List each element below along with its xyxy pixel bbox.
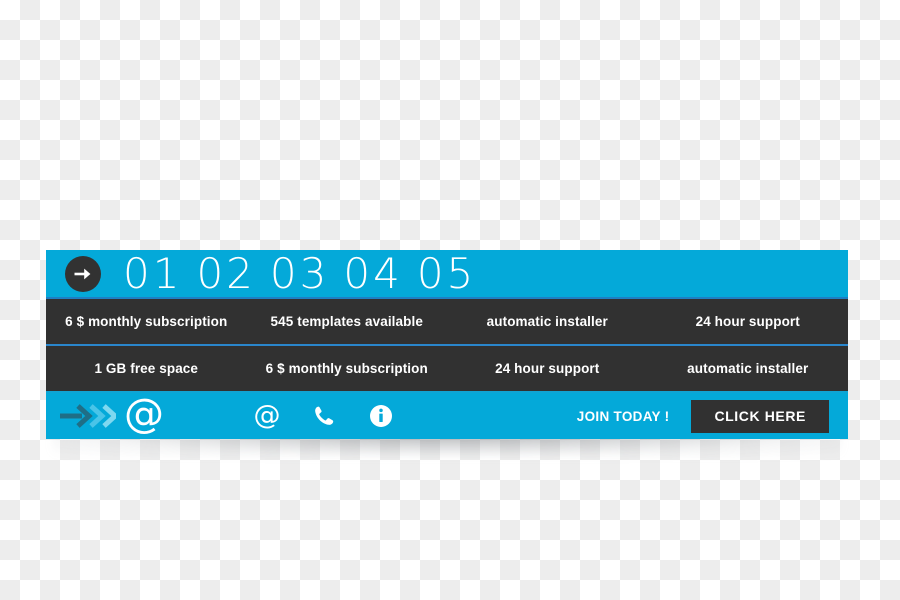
at-icon[interactable]: @ <box>254 402 281 429</box>
step-number: 01 <box>123 248 183 298</box>
feature-item: 24 hour support <box>695 314 800 329</box>
step-number: 05 <box>416 248 477 298</box>
banner-header: 01 02 03 04 05 <box>46 250 848 299</box>
join-today-label: JOIN TODAY ! <box>576 408 670 424</box>
contact-icon-group: @ <box>254 402 394 429</box>
step-number: 02 <box>196 248 256 298</box>
feature-item: 6 $ monthly subscription <box>265 361 428 376</box>
feature-item: automatic installer <box>486 314 608 329</box>
phone-icon[interactable] <box>311 403 337 429</box>
feature-item: 545 templates available <box>270 314 423 329</box>
info-icon[interactable] <box>368 403 394 429</box>
click-here-button[interactable]: CLICK HERE <box>691 399 829 433</box>
feature-item: automatic installer <box>687 361 809 376</box>
feature-item: 1 GB free space <box>94 361 199 376</box>
arrow-right-circle-icon[interactable] <box>65 255 101 292</box>
banner-footer: @ @ JOIN TODAY ! CLICK HERE <box>46 393 848 439</box>
feature-row: 6 $ monthly subscription 545 templates a… <box>46 299 848 346</box>
feature-item: 24 hour support <box>495 361 600 376</box>
at-icon-large[interactable]: @ <box>124 394 164 434</box>
step-number: 04 <box>343 248 403 298</box>
step-number: 03 <box>269 248 330 298</box>
double-chevron-right-icon <box>60 402 116 430</box>
promo-banner: 01 02 03 04 05 6 $ monthly subscription 545 … <box>46 250 848 443</box>
feature-item: 6 $ monthly subscription <box>65 314 228 329</box>
step-number-list: 01 02 03 04 05 <box>123 252 476 295</box>
footer-cta-group: JOIN TODAY ! CLICK HERE <box>577 393 848 439</box>
feature-row: 1 GB free space 6 $ monthly subscription… <box>46 346 848 393</box>
footer-left-group: @ <box>60 394 164 436</box>
